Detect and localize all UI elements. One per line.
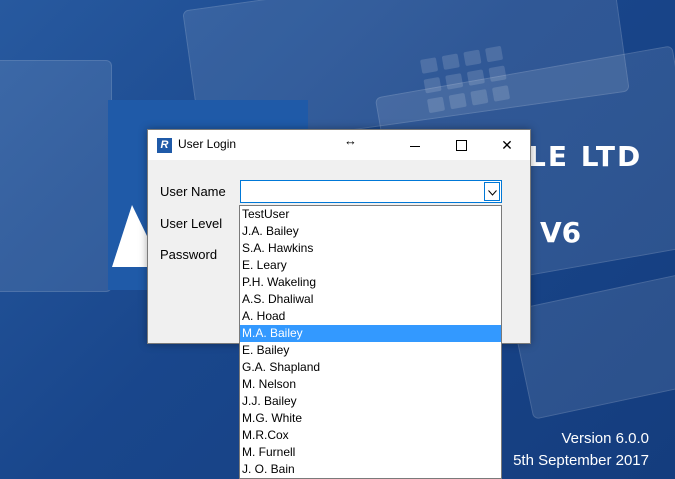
minimize-icon bbox=[410, 145, 420, 147]
maximize-button[interactable] bbox=[438, 130, 484, 160]
user-name-combobox[interactable] bbox=[240, 180, 502, 203]
title-bar[interactable]: R User Login ↔ ✕ bbox=[148, 130, 530, 160]
password-label: Password bbox=[160, 247, 218, 262]
dropdown-item[interactable]: A. Hoad bbox=[240, 308, 501, 325]
user-level-label: User Level bbox=[160, 216, 223, 231]
dropdown-item[interactable]: J.J. Bailey bbox=[240, 393, 501, 410]
chevron-down-icon bbox=[487, 190, 497, 196]
close-button[interactable]: ✕ bbox=[484, 130, 530, 160]
dropdown-item[interactable]: TestUser bbox=[240, 206, 501, 223]
maximize-icon bbox=[455, 139, 467, 151]
dropdown-item[interactable]: E. Bailey bbox=[240, 342, 501, 359]
version-text: Version 6.0.0 bbox=[561, 430, 649, 447]
resize-cursor-icon: ↔ bbox=[344, 133, 357, 148]
dropdown-item[interactable]: M. Furnell bbox=[240, 444, 501, 461]
app-icon: R bbox=[157, 138, 172, 153]
company-name: LE LTD bbox=[528, 140, 643, 173]
equipment-panel bbox=[510, 272, 675, 420]
dialog-title: User Login bbox=[178, 137, 237, 151]
dropdown-item[interactable]: E. Leary bbox=[240, 257, 501, 274]
dropdown-item[interactable]: M.A. Bailey bbox=[240, 325, 501, 342]
user-name-dropdown-list[interactable]: TestUser J.A. Bailey S.A. Hawkins E. Leary P… bbox=[239, 205, 502, 479]
dropdown-item[interactable]: A.S. Dhaliwal bbox=[240, 291, 501, 308]
dropdown-item[interactable]: G.A. Shapland bbox=[240, 359, 501, 376]
dropdown-button[interactable] bbox=[484, 182, 500, 201]
version-tag: V6 bbox=[540, 216, 582, 249]
release-date: 5th September 2017 bbox=[513, 452, 649, 469]
dropdown-item[interactable]: M. Nelson bbox=[240, 376, 501, 393]
close-icon: ✕ bbox=[501, 137, 513, 153]
dropdown-item[interactable]: M.R.Cox bbox=[240, 427, 501, 444]
equipment-panel bbox=[0, 60, 112, 292]
dropdown-item[interactable]: J. O. Bain bbox=[240, 461, 501, 478]
dropdown-item[interactable]: J.A. Bailey bbox=[240, 223, 501, 240]
dropdown-item[interactable]: P.H. Wakeling bbox=[240, 274, 501, 291]
dropdown-item[interactable]: M.G. White bbox=[240, 410, 501, 427]
user-name-label: User Name bbox=[160, 184, 226, 199]
minimize-button[interactable] bbox=[392, 130, 438, 160]
dropdown-item[interactable]: S.A. Hawkins bbox=[240, 240, 501, 257]
